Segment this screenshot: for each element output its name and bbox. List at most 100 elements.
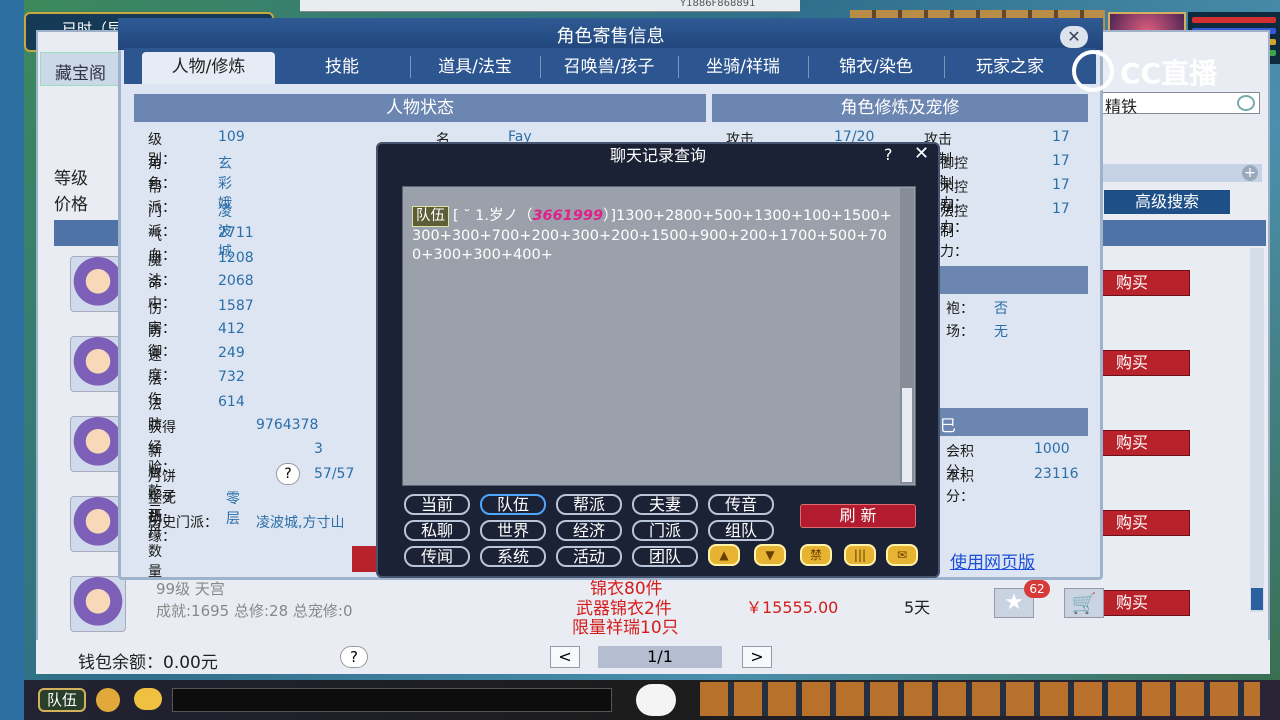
top-strip: Y1886F868891 bbox=[300, 0, 800, 12]
role-window-title: 角色寄售信息 bbox=[556, 26, 665, 47]
page-prev-button[interactable]: < bbox=[550, 646, 580, 668]
chat-input[interactable] bbox=[172, 688, 612, 712]
page-next-button[interactable]: > bbox=[742, 646, 772, 668]
character-status-header: 人物状态 bbox=[134, 94, 706, 122]
tab-character[interactable]: 人物/修炼 bbox=[142, 52, 275, 84]
listing-level-text: 99级 天宫 bbox=[156, 580, 225, 598]
price-filter-label: 价格 bbox=[54, 195, 88, 215]
channel-spouse[interactable]: 夫妻 bbox=[632, 494, 698, 515]
channel-school[interactable]: 门派 bbox=[632, 520, 698, 541]
tab-skills[interactable]: 技能 bbox=[290, 52, 394, 84]
listing-avatar[interactable] bbox=[70, 576, 126, 632]
page-indicator: 1/1 bbox=[598, 646, 722, 668]
channel-current[interactable]: 当前 bbox=[404, 494, 470, 515]
advanced-search-button[interactable]: 高级搜索 bbox=[1104, 190, 1230, 214]
tab-divider bbox=[678, 56, 679, 78]
voice-icon[interactable] bbox=[96, 688, 120, 712]
tab-outfits[interactable]: 锦衣/染色 bbox=[814, 52, 938, 84]
close-icon[interactable]: ✕ bbox=[1060, 26, 1088, 48]
wallet-balance: 钱包余额：0.00元 bbox=[78, 653, 218, 673]
channel-rumor[interactable]: 传闻 bbox=[404, 546, 470, 567]
tab-items[interactable]: 道具/法宝 bbox=[416, 52, 534, 84]
tab-divider bbox=[410, 56, 411, 78]
stat-value: 17 bbox=[1052, 153, 1070, 169]
stat-label: 本积分： bbox=[946, 469, 974, 505]
refresh-button[interactable]: 刷 新 bbox=[800, 504, 916, 528]
role-window-titlebar[interactable]: 角色寄售信息 bbox=[118, 18, 1103, 50]
question-icon[interactable]: ? bbox=[276, 463, 300, 485]
help-button[interactable]: ? bbox=[340, 646, 368, 668]
channel-system[interactable]: 系统 bbox=[480, 546, 546, 567]
chat-scrollbar[interactable] bbox=[900, 188, 914, 484]
tab-divider bbox=[944, 56, 945, 78]
right-section-header bbox=[940, 266, 1088, 294]
chat-sender[interactable]: [ ˘ 1.岁ノ（ bbox=[453, 208, 532, 224]
tab-divider bbox=[540, 56, 541, 78]
stat-value: 2711 bbox=[218, 225, 254, 241]
channel-badge: 队伍 bbox=[412, 206, 449, 227]
stat-label: 场： bbox=[946, 324, 974, 340]
chat-sender-suffix: ）] bbox=[603, 208, 617, 224]
stat-value: 无 bbox=[994, 324, 1008, 340]
stat-value: 17 bbox=[1052, 177, 1070, 193]
chat-message[interactable]: 队伍[ ˘ 1.岁ノ（3661999）]1300+2800+500+1300+1… bbox=[412, 206, 896, 265]
channel-economy[interactable]: 经济 bbox=[556, 520, 622, 541]
chat-scrollbar-thumb[interactable] bbox=[902, 388, 912, 482]
level-filter-bar[interactable]: + bbox=[1100, 164, 1262, 182]
market-search-input[interactable]: 精铁 bbox=[1100, 92, 1260, 116]
close-icon[interactable]: ✕ bbox=[914, 143, 929, 164]
emoji-icon[interactable] bbox=[134, 688, 162, 710]
stat-value: 109 bbox=[218, 129, 245, 145]
channel-private[interactable]: 私聊 bbox=[404, 520, 470, 541]
help-icon[interactable]: ? bbox=[884, 145, 893, 164]
stat-value: 57/57 bbox=[314, 466, 355, 482]
channel-world[interactable]: 世界 bbox=[480, 520, 546, 541]
plus-icon[interactable]: + bbox=[1242, 165, 1258, 181]
tab-home[interactable]: 玩家之家 bbox=[950, 52, 1070, 84]
stat-value: 732 bbox=[218, 369, 245, 385]
stat-value: 23116 bbox=[1034, 466, 1079, 482]
cc-logo-icon bbox=[1072, 50, 1114, 92]
stat-value: 9764378 bbox=[256, 417, 319, 433]
tab-mounts[interactable]: 坐骑/祥瑞 bbox=[684, 52, 802, 84]
pet-icon[interactable] bbox=[636, 684, 676, 716]
right-section-header: 巳 bbox=[940, 408, 1088, 436]
left-edge-panel bbox=[0, 0, 24, 720]
search-icon[interactable] bbox=[1237, 95, 1255, 111]
channel-guild[interactable]: 帮派 bbox=[556, 494, 622, 515]
cultivation-header: 角色修炼及宠修 bbox=[712, 94, 1088, 122]
listing-scrollbar[interactable] bbox=[1250, 248, 1264, 612]
chat-dialog-title[interactable]: 聊天记录查询 bbox=[376, 145, 940, 167]
stat-value: 1208 bbox=[218, 250, 254, 266]
chat-sender-number[interactable]: 3661999 bbox=[532, 208, 603, 224]
tab-pets[interactable]: 召唤兽/孩子 bbox=[546, 52, 672, 84]
listing-highlight: 限量祥瑞10只 bbox=[572, 618, 679, 638]
cart-icon[interactable]: 🛒 bbox=[1064, 588, 1104, 618]
stat-label: 历史门派： bbox=[148, 515, 218, 531]
mail-icon[interactable]: ✉ bbox=[886, 544, 918, 566]
team-chat-button[interactable]: 队伍 bbox=[38, 688, 86, 712]
scrollbar-thumb[interactable] bbox=[1251, 588, 1263, 610]
hp-bar bbox=[1192, 17, 1276, 23]
stat-value: 2068 bbox=[218, 273, 254, 289]
stat-label: 法控制力： bbox=[940, 204, 968, 260]
watermark-text: CC直播 bbox=[1120, 57, 1218, 90]
stat-value: 249 bbox=[218, 345, 245, 361]
bottom-menu-icons[interactable] bbox=[700, 682, 1260, 716]
market-tab-treasure[interactable]: 藏宝阁 bbox=[40, 52, 125, 86]
lock-icon[interactable]: ||| bbox=[844, 544, 876, 566]
web-version-link[interactable]: 使用网页版 bbox=[950, 548, 1035, 573]
listing-price: ￥15555.00 bbox=[746, 598, 839, 617]
stat-history: 历史门派： 凌波城,方寸山 bbox=[148, 512, 378, 536]
channel-transmit[interactable]: 传音 bbox=[708, 494, 774, 515]
channel-party[interactable]: 组队 bbox=[708, 520, 774, 541]
channel-activity[interactable]: 活动 bbox=[556, 546, 622, 567]
scroll-up-icon[interactable]: ▲ bbox=[708, 544, 740, 566]
scroll-down-icon[interactable]: ▼ bbox=[754, 544, 786, 566]
level-filter-label: 等级 bbox=[54, 169, 88, 189]
listing-stats-text: 成就:1695 总修:28 总宠修:0 bbox=[156, 602, 353, 620]
stream-watermark: CC直播 bbox=[1072, 48, 1242, 94]
ban-icon[interactable]: 禁 bbox=[800, 544, 832, 566]
channel-group[interactable]: 团队 bbox=[632, 546, 698, 567]
channel-team[interactable]: 队伍 bbox=[480, 494, 546, 515]
